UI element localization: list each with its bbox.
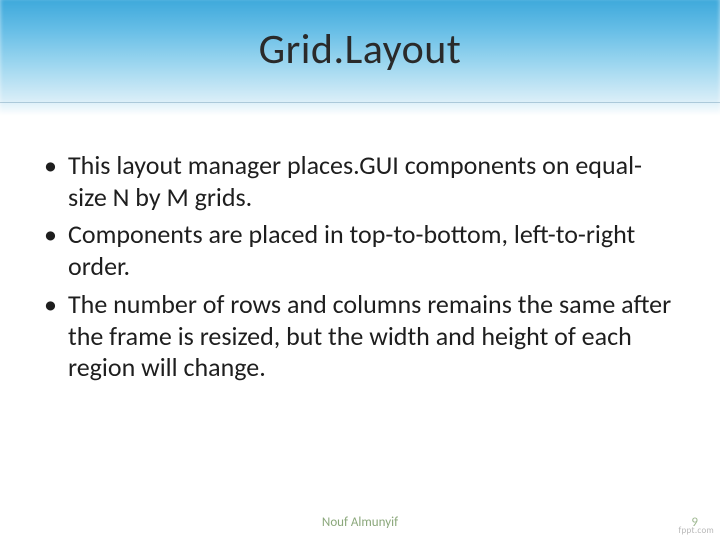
bullet-list: This layout manager places.GUI component…: [40, 150, 680, 384]
bullet-item: The number of rows and columns remains t…: [40, 289, 680, 384]
bullet-item: This layout manager places.GUI component…: [40, 150, 680, 213]
slide: Grid.Layout This layout manager places.G…: [0, 0, 720, 540]
bullet-item: Components are placed in top-to-bottom, …: [40, 219, 680, 282]
slide-title: Grid.Layout: [0, 24, 720, 75]
slide-body: This layout manager places.GUI component…: [40, 150, 680, 390]
header-underline: [0, 102, 720, 103]
footer-watermark: fppt.com: [678, 525, 714, 536]
footer-author: Nouf Almunyif: [0, 515, 720, 530]
